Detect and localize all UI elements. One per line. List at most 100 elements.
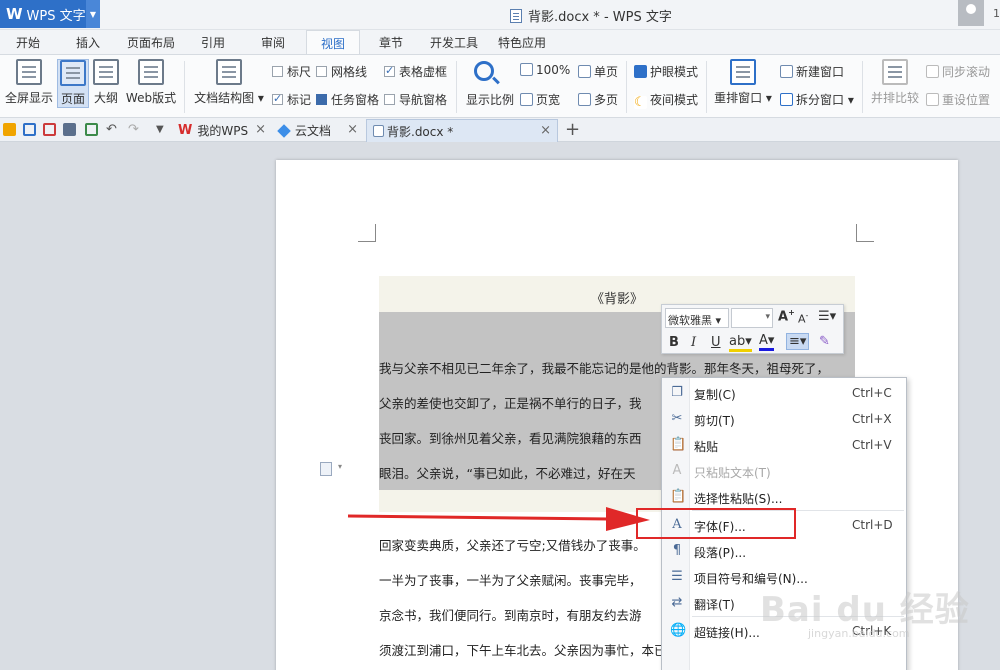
rearrange-window-icon [730, 59, 756, 85]
ruler-checkbox[interactable]: 标尺 [272, 63, 311, 80]
multi-page-button[interactable]: 多页 [578, 91, 618, 108]
menu-item-paste-text-only[interactable]: A 只粘贴文本(T) [662, 458, 906, 484]
menu-item-shortcut: Ctrl+X [852, 412, 892, 426]
font-color-button[interactable]: A▾ [759, 333, 775, 351]
nav-pane-label: 导航窗格 [399, 93, 448, 107]
reset-position-button[interactable]: 重设位置 [926, 91, 990, 108]
menu-item-paste-special[interactable]: 📋 选择性粘贴(S)... [662, 484, 906, 510]
tab-home[interactable]: 开始 [16, 34, 40, 51]
align-left-icon[interactable]: ≡▾ [786, 333, 810, 350]
night-mode-label: 夜间模式 [650, 93, 699, 107]
baidu-watermark: Bai du 经验 [760, 590, 970, 630]
zoom-ratio-button[interactable]: 显示比例 [466, 91, 514, 108]
table-grid-check-icon [384, 64, 395, 77]
underline-button[interactable]: U [711, 335, 721, 350]
menu-item-paragraph[interactable]: ¶ 段落(P)... [662, 538, 906, 564]
tab-review[interactable]: 审阅 [261, 34, 285, 51]
marks-checkbox[interactable]: 标记 [272, 91, 311, 108]
page-width-button[interactable]: 页宽 [520, 91, 560, 108]
italic-button[interactable]: I [691, 335, 696, 350]
print-icon[interactable] [63, 123, 76, 136]
single-page-button[interactable]: 单页 [578, 63, 618, 80]
web-layout-button[interactable]: Web版式 [124, 59, 178, 106]
bold-button[interactable]: B [669, 335, 679, 350]
document-map-button[interactable]: 文档结构图 ▾ [194, 59, 264, 106]
font-size-select[interactable] [731, 308, 773, 328]
save-icon[interactable] [23, 123, 36, 136]
export-pdf-icon[interactable] [43, 123, 56, 136]
outline-view-button[interactable]: 大纲 [91, 59, 121, 106]
single-page-icon [578, 65, 591, 78]
night-mode-button[interactable]: ☾ 夜间模式 [634, 91, 698, 109]
page-width-label: 页宽 [536, 93, 561, 107]
zoom-100-button[interactable]: 100% [520, 63, 570, 77]
user-avatar[interactable] [958, 0, 984, 26]
table-grid-checkbox[interactable]: 表格虚框 [384, 63, 447, 80]
tab-chapter[interactable]: 章节 [379, 34, 403, 51]
highlight-color-icon[interactable]: ab▾ [729, 335, 752, 352]
eye-mode-button[interactable]: 护眼模式 [634, 63, 698, 80]
new-tab-icon[interactable]: + [565, 119, 580, 140]
rearrange-label: 重排窗口 [714, 91, 763, 105]
ribbon-separator [184, 61, 185, 113]
gridlines-checkbox[interactable]: 网格线 [316, 63, 367, 80]
customize-dropdown-icon[interactable]: ▼ [156, 123, 169, 136]
open-folder-icon[interactable] [3, 123, 16, 136]
shrink-font-button[interactable]: A- [798, 311, 808, 326]
redo-icon[interactable]: ↷ [128, 123, 141, 136]
doc-tab-cloud[interactable]: 云文档 × [272, 119, 364, 142]
tab-view[interactable]: 视图 [306, 30, 361, 55]
paste-special-icon: 📋 [670, 489, 687, 504]
task-pane-checkbox[interactable]: 任务窗格 [316, 91, 379, 108]
menu-item-copy[interactable]: ❐ 复制(C) Ctrl+C [662, 380, 906, 406]
fullscreen-label: 全屏显示 [4, 91, 53, 105]
ruler-check-icon [272, 66, 283, 77]
tab-page-layout[interactable]: 页面布局 [127, 34, 175, 51]
rearrange-window-button[interactable]: 重排窗口 ▾ [714, 59, 772, 106]
eye-mode-label: 护眼模式 [650, 65, 699, 79]
page-view-button[interactable]: 页面 [57, 59, 89, 108]
app-menu-dropdown-icon[interactable]: ▼ [86, 0, 100, 28]
undo-icon[interactable]: ↶ [106, 123, 119, 136]
doc-tab-beiying[interactable]: 背影.docx * × [366, 119, 558, 142]
menu-item-shortcut: Ctrl+C [852, 386, 892, 400]
close-tab-icon[interactable]: × [540, 123, 551, 138]
format-painter-icon[interactable]: ✎ [819, 334, 830, 349]
fullscreen-icon [16, 59, 42, 85]
font-name-select[interactable]: 微软雅黑 ▾ [665, 308, 729, 328]
table-grid-label: 表格虚框 [399, 65, 448, 79]
cloud-doc-icon [277, 123, 291, 138]
split-window-button[interactable]: 拆分窗口 ▾ [780, 91, 854, 108]
side-by-side-label: 并排比较 [870, 91, 919, 105]
close-tab-icon[interactable]: × [347, 122, 358, 137]
print-preview-icon[interactable] [85, 123, 98, 136]
tab-special[interactable]: 特色应用 [498, 34, 546, 51]
hyperlink-icon: 🌐 [670, 623, 687, 638]
mini-toolbar: 微软雅黑 ▾ A+ A- ☰▾ B I U ab▾ A▾ ≡▾ ✎ [661, 304, 844, 354]
new-window-label: 新建窗口 [796, 65, 845, 79]
app-menu-button[interactable]: W WPS 文字 ▼ [0, 0, 100, 28]
nav-pane-checkbox[interactable]: 导航窗格 [384, 91, 447, 108]
page-view-icon [60, 60, 86, 86]
doc-tab-my-wps[interactable]: W 我的WPS × [172, 119, 272, 142]
ribbon-separator [626, 61, 627, 113]
menu-item-paste[interactable]: 📋 粘贴 Ctrl+V [662, 432, 906, 458]
line-spacing-icon[interactable]: ☰▾ [818, 309, 836, 324]
crop-mark [358, 224, 376, 242]
tab-references[interactable]: 引用 [201, 34, 225, 51]
grow-font-button[interactable]: A+ [778, 308, 795, 324]
paragraph-marker-dropdown-icon[interactable]: ▾ [338, 462, 342, 471]
side-by-side-button[interactable]: 并排比较 [868, 59, 922, 106]
menu-item-cut[interactable]: ✂ 剪切(T) Ctrl+X [662, 406, 906, 432]
tab-insert[interactable]: 插入 [76, 34, 100, 51]
paragraph-icon: ¶ [672, 543, 682, 558]
font-color-label: A [759, 333, 768, 348]
new-window-button[interactable]: 新建窗口 [780, 63, 844, 80]
fullscreen-button[interactable]: 全屏显示 [4, 59, 54, 106]
paragraph-marker-icon[interactable] [320, 462, 332, 476]
tab-developer[interactable]: 开发工具 [430, 34, 478, 51]
sync-scroll-button[interactable]: 同步滚动 [926, 63, 990, 80]
new-window-icon [780, 65, 793, 78]
close-tab-icon[interactable]: × [255, 122, 266, 137]
task-pane-label: 任务窗格 [331, 93, 380, 107]
